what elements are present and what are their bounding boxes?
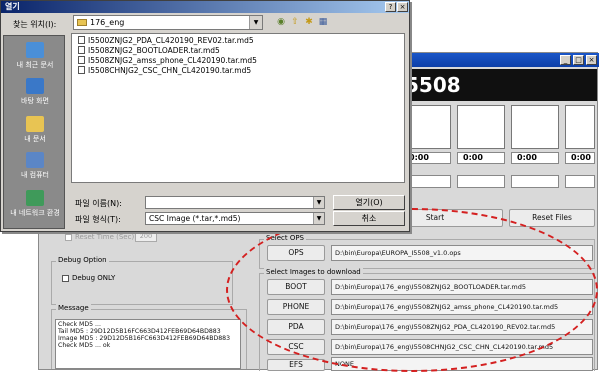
model-banner: 5508 [399,69,597,101]
csc-button[interactable]: CSC [267,339,325,355]
port-progress [403,175,451,188]
view-menu-icon[interactable]: ▦ [317,17,329,28]
file-icon [78,36,85,44]
place-label: 내 문서 [24,135,46,143]
filetype-select[interactable]: CSC Image (*.tar,*.md5) ▼ [145,212,325,225]
look-in-value: 176_eng [90,18,125,27]
cancel-button[interactable]: 취소 [333,211,405,226]
debug-option-group: Debug Option Debug ONLY [51,256,233,305]
phone-path: D:\bin\Europa\176_eng\I5508ZNJG2_amss_ph… [331,299,593,315]
port-time: 0:00 [403,152,451,164]
port-slot [565,105,595,149]
place-label: 내 네트워크 환경 [10,209,60,217]
pda-path: D:\bin\Europa\176_eng\I5508ZNJG2_PDA_CL4… [331,319,593,335]
pda-button[interactable]: PDA [267,319,325,335]
port-time: 0:00 [511,152,559,164]
port-progress [565,175,595,188]
my-documents-icon [26,116,44,132]
recent-documents-icon [26,42,44,58]
reset-time-label: Reset Time (Sec) [75,233,135,241]
port-slot [403,105,451,149]
ops-path: D:\bin\Europa\EUROPA_I5508_v1.0.ops [331,245,593,261]
filename-label: 파일 이름(N): [75,199,122,208]
open-file-dialog: 열기 ? × 찾는 위치(I): 176_eng ▼ ◉ ⇧ ✱ ▦ 내 최근 … [0,0,410,232]
filetype-value: CSC Image (*.tar,*.md5) [149,214,241,223]
file-icon [78,66,85,74]
file-icon [78,46,85,54]
look-in-dropdown[interactable]: 176_eng ▼ [73,15,263,30]
back-icon[interactable]: ◉ [275,17,287,28]
look-in-label: 찾는 위치(I): [13,20,57,29]
port-slot [511,105,559,149]
port-slot [457,105,505,149]
csc-path: D:\bin\Europa\176_eng\I5508CHNJG2_CSC_CH… [331,339,593,355]
maximize-button[interactable]: □ [573,55,584,65]
place-label: 내 최근 문서 [16,61,54,69]
boot-path: D:\bin\Europa\176_eng\I5508ZNJG2_BOOTLOA… [331,279,593,295]
help-icon[interactable]: ? [385,2,396,12]
odin-titlebar: _ □ × [399,53,599,67]
ops-button[interactable]: OPS [267,245,325,261]
file-name: I5508ZNJG2_amss_phone_CL420190.tar.md5 [88,56,257,65]
file-name: I5500ZNJG2_PDA_CL420190_REV02.tar.md5 [88,36,254,45]
select-ops-title: Select OPS [264,234,306,242]
chevron-down-icon[interactable]: ▼ [313,213,324,224]
close-button[interactable]: × [586,55,597,65]
filename-input[interactable]: ▼ [145,196,325,209]
desktop-icon [26,78,44,94]
port-time: 0:00 [457,152,505,164]
boot-button[interactable]: BOOT [267,279,325,295]
file-item[interactable]: I5508CHNJG2_CSC_CHN_CL420190.tar.md5 [78,66,251,76]
log-line: Check MD5 ... ok [58,342,111,349]
debug-only-label: Debug ONLY [72,274,116,282]
log-line: Image MD5 : 29D12D5B16FC663D412FEB69D64B… [58,335,231,342]
new-folder-icon[interactable]: ✱ [303,17,315,28]
reset-time-checkbox[interactable] [65,233,72,241]
place-network[interactable]: 내 네트워크 환경 [4,190,66,218]
debug-only-checkbox[interactable] [62,274,69,282]
minimize-button[interactable]: _ [560,55,571,65]
open-button[interactable]: 열기(O) [333,195,405,210]
efs-path: NONE [331,357,593,371]
debug-option-title: Debug Option [56,256,109,264]
chevron-down-icon[interactable]: ▼ [249,16,262,29]
place-my-documents[interactable]: 내 문서 [4,116,66,144]
place-label: 바탕 화면 [21,97,49,105]
reset-time-input[interactable]: 200 [135,231,157,242]
phone-button[interactable]: PHONE [267,299,325,315]
close-icon[interactable]: × [397,2,408,12]
file-name: I5508CHNJG2_CSC_CHN_CL420190.tar.md5 [88,66,252,75]
message-title: Message [56,304,91,312]
message-log: Check MD5 ... Tail MD5 : 29D12D5B16FC663D… [55,319,241,369]
port-progress [511,175,559,188]
log-line: Tail MD5 : 29D12D5B16FC663D412FEB69D64BD… [58,328,221,335]
file-item[interactable]: I5508ZNJG2_amss_phone_CL420190.tar.md5 [78,56,257,66]
places-bar: 내 최근 문서 바탕 화면 내 문서 내 컴퓨터 내 네트워크 환경 [3,35,65,229]
dialog-title: 열기 [1,1,409,13]
efs-button[interactable]: EFS [267,359,325,371]
port-progress [457,175,505,188]
port-time: 0:00 [565,152,595,164]
place-my-computer[interactable]: 내 컴퓨터 [4,152,66,180]
reset-files-button[interactable]: Reset Files [509,209,595,227]
up-folder-icon[interactable]: ⇧ [289,17,301,28]
file-item[interactable]: I5500ZNJG2_PDA_CL420190_REV02.tar.md5 [78,36,254,46]
debug-only-option[interactable]: Debug ONLY [62,274,115,282]
place-label: 내 컴퓨터 [21,171,49,179]
folder-icon [77,19,87,26]
file-list: I5500ZNJG2_PDA_CL420190_REV02.tar.md5 I5… [71,33,405,183]
place-recent-documents[interactable]: 내 최근 문서 [4,42,66,70]
place-desktop[interactable]: 바탕 화면 [4,78,66,106]
network-icon [26,190,44,206]
file-name: I5508ZNJG2_BOOTLOADER.tar.md5 [88,46,220,55]
select-images-title: Select Images to download [264,268,363,276]
filetype-label: 파일 형식(T): [75,215,121,224]
my-computer-icon [26,152,44,168]
file-icon [78,56,85,64]
file-item[interactable]: I5508ZNJG2_BOOTLOADER.tar.md5 [78,46,220,56]
log-line: Check MD5 ... [58,321,101,328]
reset-time-option[interactable]: Reset Time (Sec) [65,233,134,241]
chevron-down-icon[interactable]: ▼ [313,197,324,208]
